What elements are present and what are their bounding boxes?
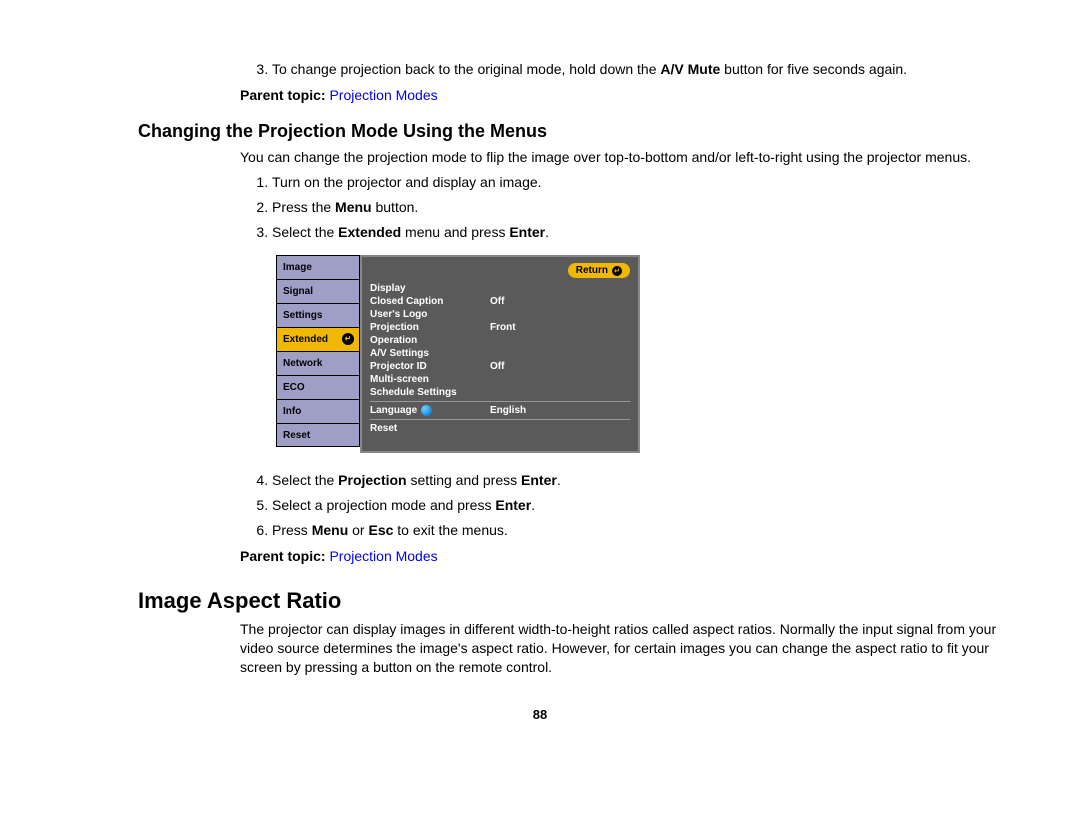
osd-row-av-settings: A/V Settings (370, 347, 630, 360)
step-3-text-c: button for five seconds again. (720, 61, 907, 77)
heading-changing-projection: Changing the Projection Mode Using the M… (138, 121, 1004, 142)
osd-divider (370, 401, 630, 402)
step-b5: Select a projection mode and press Enter… (272, 496, 1004, 515)
step-list-continuation: To change projection back to the origina… (240, 60, 1004, 79)
osd-row-operation: Operation (370, 334, 630, 347)
step-3-text-a: To change projection back to the origina… (272, 61, 660, 77)
step-3: To change projection back to the origina… (272, 60, 1004, 79)
parent-topic-2: Parent topic: Projection Modes (240, 548, 1004, 564)
page-number: 88 (76, 707, 1004, 722)
step-a1: Turn on the projector and display an ima… (272, 173, 1004, 192)
osd-row-projector-id: Projector IDOff (370, 360, 630, 373)
osd-sidebar: Image Signal Settings Extended Network E… (276, 255, 360, 453)
steps-list-a: Turn on the projector and display an ima… (240, 173, 1004, 242)
osd-return-badge: Return ↵ (568, 263, 630, 278)
parent-topic-1: Parent topic: Projection Modes (240, 87, 1004, 103)
osd-row-reset: Reset (370, 422, 630, 435)
osd-panel: Return ↵ Display Closed CaptionOff User'… (360, 255, 640, 453)
osd-row-language: LanguageEnglish (370, 404, 630, 417)
enter-icon (342, 333, 354, 345)
parent-topic-label-2: Parent topic: (240, 548, 329, 564)
osd-divider-2 (370, 419, 630, 420)
osd-tab-reset: Reset (276, 423, 360, 447)
step-b4: Select the Projection setting and press … (272, 471, 1004, 490)
step-3-bold: A/V Mute (660, 61, 720, 77)
osd-return-row: Return ↵ (370, 263, 630, 278)
parent-topic-link[interactable]: Projection Modes (329, 87, 437, 103)
osd-row-projection: ProjectionFront (370, 321, 630, 334)
osd-tab-image: Image (276, 255, 360, 279)
osd-row-users-logo: User's Logo (370, 308, 630, 321)
step-b6: Press Menu or Esc to exit the menus. (272, 521, 1004, 540)
step-a2: Press the Menu button. (272, 198, 1004, 217)
osd-tab-extended: Extended (276, 327, 360, 351)
intro-changing: You can change the projection mode to fl… (240, 148, 1004, 167)
return-icon: ↵ (612, 266, 622, 276)
parent-topic-label: Parent topic: (240, 87, 329, 103)
osd-row-closed-caption: Closed CaptionOff (370, 295, 630, 308)
globe-icon (421, 405, 432, 416)
osd-menu-figure: Image Signal Settings Extended Network E… (276, 255, 640, 453)
osd-row-multi-screen: Multi-screen (370, 373, 630, 386)
osd-tab-info: Info (276, 399, 360, 423)
osd-tab-signal: Signal (276, 279, 360, 303)
osd-row-schedule: Schedule Settings (370, 386, 630, 399)
osd-row-display: Display (370, 282, 630, 295)
osd-tab-settings: Settings (276, 303, 360, 327)
parent-topic-link-2[interactable]: Projection Modes (329, 548, 437, 564)
osd-tab-network: Network (276, 351, 360, 375)
heading-aspect-ratio: Image Aspect Ratio (138, 588, 1004, 614)
step-a3: Select the Extended menu and press Enter… (272, 223, 1004, 242)
aspect-body: The projector can display images in diff… (240, 620, 1004, 677)
steps-list-b: Select the Projection setting and press … (240, 471, 1004, 540)
osd-tab-eco: ECO (276, 375, 360, 399)
